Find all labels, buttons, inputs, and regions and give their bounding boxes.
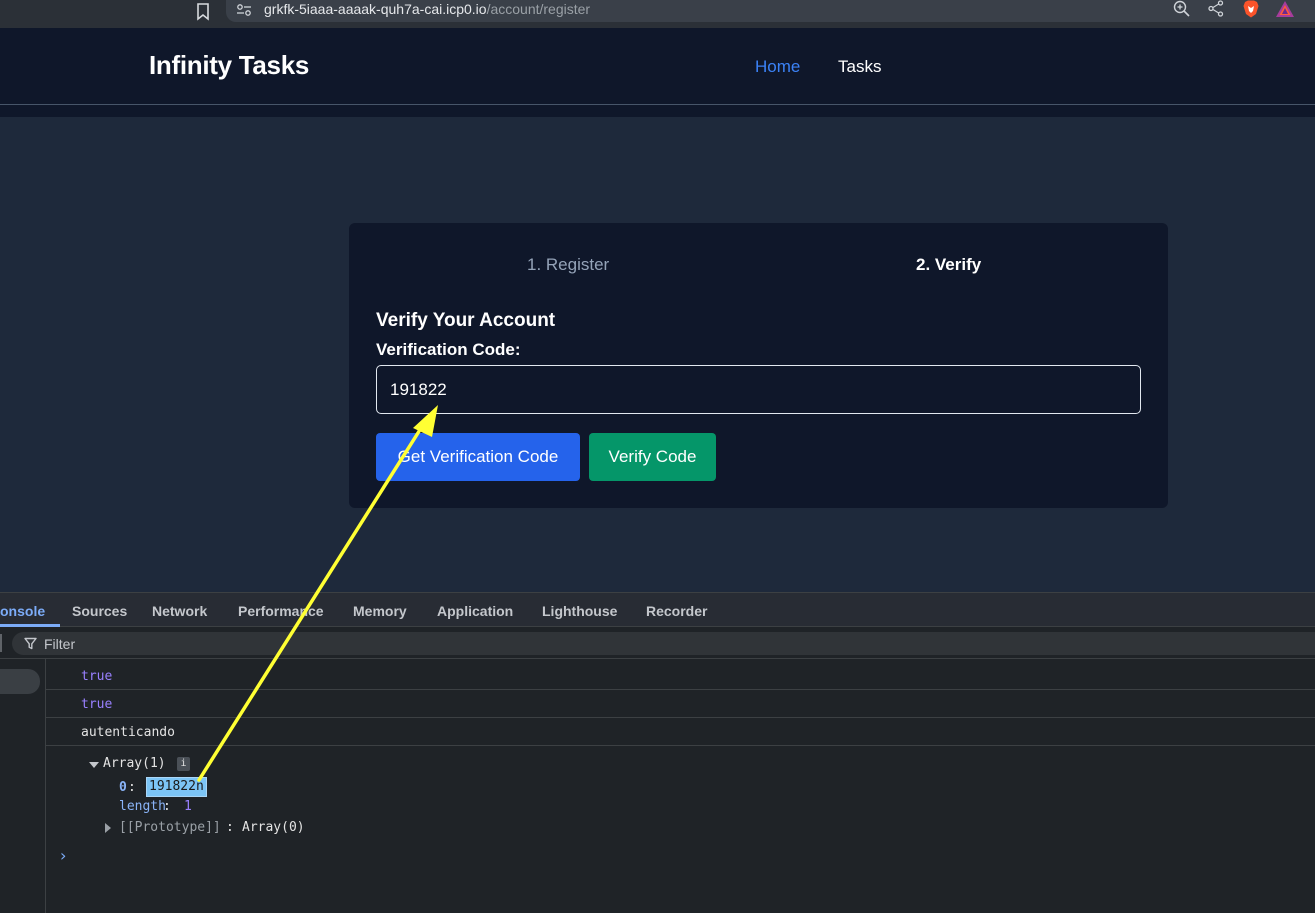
devtools-panel: onsole Sources Network Performance Memor…: [0, 592, 1315, 913]
length-value: 1: [184, 799, 192, 814]
card-heading: Verify Your Account: [376, 310, 556, 331]
array-header[interactable]: Array(1): [103, 756, 166, 771]
tab-recorder[interactable]: Recorder: [646, 603, 707, 619]
brand-logo[interactable]: Infinity Tasks: [149, 50, 309, 81]
sidebar-selected-item[interactable]: [0, 669, 40, 694]
nav-link-home[interactable]: Home: [755, 57, 800, 77]
tab-network[interactable]: Network: [152, 603, 207, 619]
zoom-icon[interactable]: [1173, 0, 1190, 17]
console-log-line: true: [46, 663, 1315, 690]
verify-card: 1. Register 2. Verify Verify Your Accoun…: [349, 223, 1168, 508]
colon-separator: :: [163, 799, 171, 814]
tab-console[interactable]: onsole: [0, 603, 45, 619]
tab-lighthouse[interactable]: Lighthouse: [542, 603, 617, 619]
colon-separator: :: [226, 820, 234, 835]
console-log-line: true: [46, 691, 1315, 718]
console-filter-bar: Filter: [0, 627, 1315, 659]
console-prompt-icon[interactable]: ›: [60, 846, 66, 865]
toolbar-divider: [0, 634, 2, 652]
filter-placeholder: Filter: [44, 636, 76, 652]
nav-link-tasks[interactable]: Tasks: [838, 57, 881, 77]
url-path: /account/register: [486, 1, 591, 17]
filter-icon: [24, 637, 37, 650]
collapse-triangle-icon[interactable]: [105, 823, 111, 833]
array-index-key: 0: [119, 780, 127, 795]
expand-triangle-icon[interactable]: [89, 762, 99, 768]
brave-rewards-icon[interactable]: [1275, 0, 1295, 18]
share-icon[interactable]: [1208, 0, 1224, 17]
console-sidebar: [0, 659, 46, 913]
url-host: grkfk-5iaaa-aaaak-quh7a-cai.icp0.io: [264, 1, 487, 17]
prototype-key[interactable]: [[Prototype]]: [119, 820, 221, 835]
log-text: autenticando: [81, 725, 175, 740]
browser-address-bar: grkfk-5iaaa-aaaak-quh7a-cai.icp0.io/acco…: [0, 0, 1315, 28]
get-verification-code-button[interactable]: Get Verification Code: [376, 433, 580, 481]
verification-code-label: Verification Code:: [376, 340, 521, 359]
prototype-value: Array(0): [242, 820, 305, 835]
info-badge-icon[interactable]: i: [177, 757, 190, 771]
brave-shields-icon[interactable]: [1242, 0, 1260, 18]
site-navbar: Infinity Tasks Home Tasks: [0, 28, 1315, 105]
tab-application[interactable]: Application: [437, 603, 513, 619]
url-text: grkfk-5iaaa-aaaak-quh7a-cai.icp0.io/acco…: [264, 1, 590, 17]
filter-input[interactable]: [12, 632, 1315, 655]
step-verify[interactable]: 2. Verify: [916, 255, 981, 275]
console-log-line: autenticando: [46, 719, 1315, 746]
colon-separator: :: [128, 780, 136, 795]
log-text: true: [81, 697, 113, 712]
tab-memory[interactable]: Memory: [353, 603, 407, 619]
step-register[interactable]: 1. Register: [527, 255, 609, 275]
bookmark-icon[interactable]: [196, 3, 210, 21]
log-text: true: [81, 669, 113, 684]
length-key: length: [119, 799, 166, 814]
devtools-tabbar: onsole Sources Network Performance Memor…: [0, 592, 1315, 627]
verify-code-button[interactable]: Verify Code: [589, 433, 716, 481]
tab-sources[interactable]: Sources: [72, 603, 127, 619]
verification-code-input[interactable]: [376, 365, 1141, 414]
navbar-divider-band: [0, 105, 1315, 117]
array-index-value[interactable]: 191822n: [145, 776, 208, 798]
tab-performance[interactable]: Performance: [238, 603, 324, 619]
site-settings-icon[interactable]: [236, 3, 252, 17]
